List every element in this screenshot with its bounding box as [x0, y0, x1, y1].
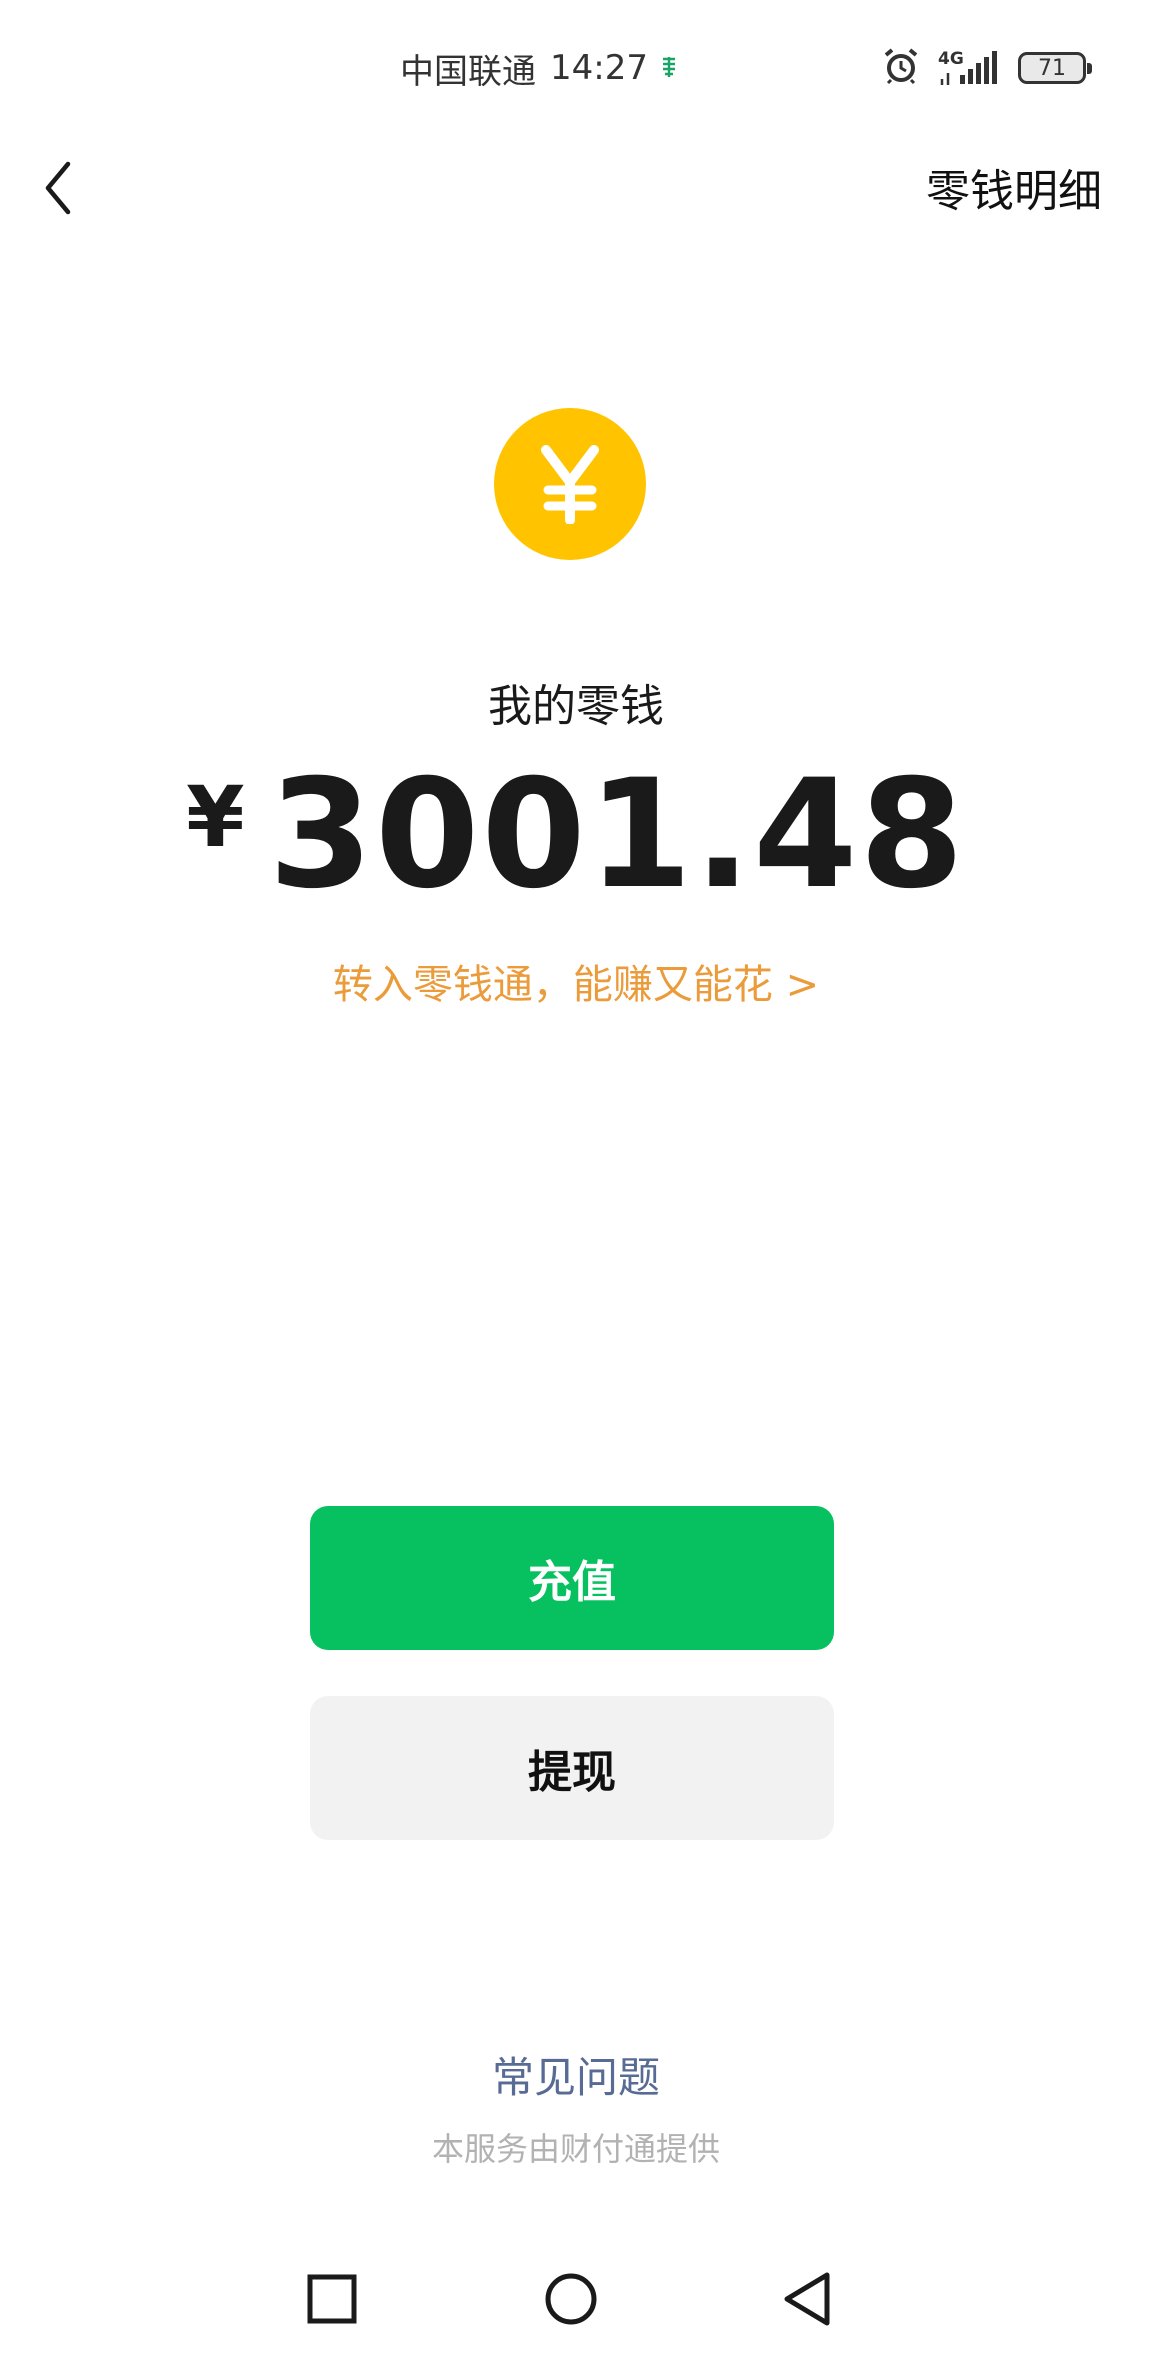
home-icon: [543, 2271, 599, 2331]
balance-amount-row: ¥ 3001.48: [0, 750, 1152, 920]
balance-detail-link[interactable]: 零钱明细: [926, 155, 1102, 219]
recent-apps-button[interactable]: [297, 2266, 367, 2336]
recent-apps-icon: [306, 2273, 358, 2329]
battery-indicator: 71: [1018, 52, 1092, 84]
balance-amount: 3001.48: [268, 748, 966, 922]
signal-icon: 4G: [938, 49, 1000, 87]
currency-symbol: ¥: [186, 768, 245, 866]
alarm-icon: [882, 47, 920, 89]
status-center: 中国联通 14:27: [400, 44, 678, 92]
yen-coin-icon: [494, 408, 646, 560]
carrier-name: 中国联通: [400, 51, 536, 92]
transfer-to-lqt-link[interactable]: 转入零钱通，能赚又能花 >: [0, 952, 1152, 1010]
topup-label: 充值: [528, 1557, 616, 1608]
status-bar: 中国联通 14:27 4G 71: [0, 0, 1152, 130]
carrier-logo-icon: [660, 48, 678, 88]
status-time: 14:27: [550, 48, 648, 88]
withdraw-button[interactable]: 提现: [310, 1696, 834, 1840]
battery-level: 71: [1038, 55, 1066, 81]
system-nav-bar: [0, 2230, 1152, 2376]
back-button[interactable]: [30, 150, 86, 230]
network-type: 4G: [938, 49, 964, 69]
system-back-button[interactable]: [772, 2266, 842, 2336]
home-button[interactable]: [536, 2266, 606, 2336]
balance-label: 我的零钱: [488, 681, 664, 732]
provider-note: 本服务由财付通提供: [431, 2130, 720, 2168]
topup-button[interactable]: 充值: [310, 1506, 834, 1650]
back-triangle-icon: [781, 2271, 833, 2331]
status-right: 4G 71: [882, 44, 1092, 92]
chevron-left-icon: [42, 160, 74, 220]
withdraw-label: 提现: [528, 1747, 616, 1798]
faq-link[interactable]: 常见问题: [0, 2044, 1152, 2105]
